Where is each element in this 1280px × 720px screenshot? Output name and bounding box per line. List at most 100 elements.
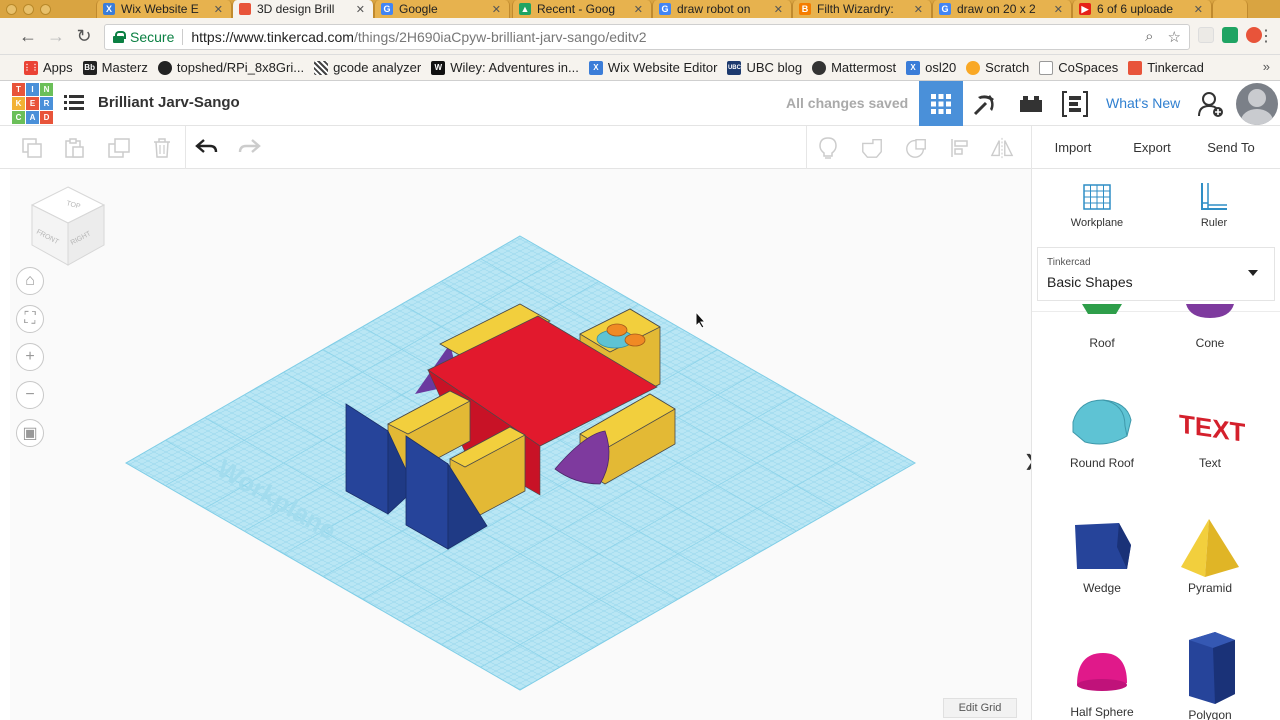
- bookmark-apps[interactable]: ⋮⋮ Apps: [23, 60, 73, 75]
- mirror-icon[interactable]: [990, 136, 1014, 160]
- delete-trash-icon[interactable]: [150, 136, 174, 160]
- bookmark-item[interactable]: X osl20: [906, 60, 956, 75]
- bookmark-item[interactable]: Mattermost: [812, 60, 896, 75]
- browser-menu-icon[interactable]: ⋮: [1256, 26, 1276, 46]
- close-window-icon[interactable]: [6, 3, 17, 15]
- browser-tab[interactable]: X Wix Website E ✕: [96, 0, 232, 18]
- tab-title: 6 of 6 uploade: [1097, 2, 1174, 16]
- ruler-tool[interactable]: Ruler: [1179, 181, 1249, 229]
- bookmark-item[interactable]: UBC UBC blog: [727, 60, 802, 75]
- tab-close-icon[interactable]: ✕: [1188, 3, 1203, 16]
- lock-icon: [113, 31, 126, 43]
- send-to-button[interactable]: Send To: [1196, 132, 1266, 162]
- align-icon[interactable]: [948, 136, 972, 160]
- tab-close-icon[interactable]: ✕: [908, 3, 923, 16]
- cone-shape-icon: [1186, 304, 1234, 318]
- bookmark-item[interactable]: CoSpaces: [1039, 60, 1118, 75]
- eye-shape[interactable]: [624, 333, 646, 347]
- workplane-tool[interactable]: Workplane: [1062, 181, 1132, 229]
- workplane-scene[interactable]: Workplane: [10, 169, 1031, 720]
- browser-tab[interactable]: ▶ 6 of 6 uploade ✕: [1072, 0, 1212, 18]
- shape-pyramid[interactable]: Pyramid: [1160, 517, 1260, 595]
- bookmark-item[interactable]: X Wix Website Editor: [588, 60, 717, 75]
- shape-round-roof[interactable]: Round Roof: [1052, 392, 1152, 470]
- zoom-window-icon[interactable]: [40, 3, 51, 15]
- zoom-out-icon[interactable]: −: [16, 381, 44, 409]
- tinkercad-icon: [1128, 60, 1143, 75]
- 3d-design-view-button[interactable]: [919, 81, 963, 126]
- tab-title: draw on 20 x 2: [957, 2, 1036, 16]
- redo-icon[interactable]: [237, 136, 261, 160]
- shape-library-dropdown[interactable]: Tinkercad Basic Shapes: [1037, 247, 1275, 301]
- bookmark-item[interactable]: W Wiley: Adventures in...: [431, 60, 579, 75]
- shape-half-sphere[interactable]: Half Sphere: [1052, 647, 1152, 719]
- whats-new-link[interactable]: What's New: [1106, 95, 1180, 111]
- design-list-icon[interactable]: [64, 93, 84, 113]
- new-tab-button[interactable]: [1212, 0, 1248, 18]
- shape-text[interactable]: TEXT Text: [1160, 392, 1260, 470]
- codeblocks-view-button[interactable]: [1053, 81, 1097, 126]
- url-bar[interactable]: Secure https://www.tinkercad.com /things…: [104, 24, 1190, 50]
- browser-tab-active[interactable]: 3D design Brill ✕: [232, 0, 374, 18]
- ortho-view-icon[interactable]: ▣: [16, 419, 44, 447]
- 3d-canvas[interactable]: Workplane TOP FRONT RIGHT ⌂ ⛶ + − ▣ Edit…: [10, 169, 1037, 720]
- bookmark-item[interactable]: Scratch: [966, 60, 1029, 75]
- shape-wedge[interactable]: Wedge: [1052, 517, 1152, 595]
- browser-tab[interactable]: G Google ✕: [374, 0, 510, 18]
- forward-arrow-icon[interactable]: →: [46, 26, 66, 46]
- add-user-icon[interactable]: [1197, 90, 1225, 118]
- shape-label: Half Sphere: [1070, 705, 1134, 719]
- bookmark-item[interactable]: topshed/RPi_8x8Gri...: [157, 60, 304, 75]
- tab-close-icon[interactable]: ✕: [486, 3, 501, 16]
- shape-cone[interactable]: Cone: [1160, 304, 1260, 350]
- lightbulb-notes-icon[interactable]: [816, 136, 840, 160]
- tab-close-icon[interactable]: ✕: [350, 3, 365, 16]
- browser-tab[interactable]: ▲ Recent - Goog ✕: [512, 0, 652, 18]
- minimize-window-icon[interactable]: [23, 3, 34, 15]
- browser-tab[interactable]: B Filth Wizardry: ✕: [792, 0, 932, 18]
- browser-tab[interactable]: G draw robot on ✕: [652, 0, 792, 18]
- copy-icon[interactable]: [20, 136, 44, 160]
- duplicate-icon[interactable]: [107, 136, 131, 160]
- bookmark-star-icon[interactable]: ☆: [1168, 28, 1181, 46]
- extension-icon[interactable]: [1198, 27, 1214, 43]
- bookmark-item[interactable]: gcode analyzer: [314, 60, 421, 75]
- undo-icon[interactable]: [195, 136, 219, 160]
- shape-roof[interactable]: Roof: [1052, 304, 1152, 350]
- apps-grid-icon: ⋮⋮: [23, 60, 39, 75]
- fit-view-icon[interactable]: ⛶: [16, 305, 44, 333]
- shape-polygon[interactable]: Polygon: [1160, 630, 1260, 720]
- home-view-icon[interactable]: ⌂: [16, 267, 44, 295]
- bookmarks-overflow-icon[interactable]: »: [1263, 59, 1270, 74]
- bookmark-item[interactable]: Bb Masterz: [82, 60, 148, 75]
- secure-label: Secure: [130, 29, 175, 45]
- import-button[interactable]: Import: [1040, 132, 1106, 162]
- edit-grid-button[interactable]: Edit Grid: [943, 698, 1017, 718]
- paste-icon[interactable]: [62, 136, 86, 160]
- reload-icon[interactable]: ↻: [74, 26, 94, 46]
- tab-close-icon[interactable]: ✕: [208, 3, 223, 16]
- eye-shape[interactable]: [606, 323, 628, 337]
- tab-close-icon[interactable]: ✕: [768, 3, 783, 16]
- back-arrow-icon[interactable]: ←: [18, 26, 38, 46]
- solid-shape-icon[interactable]: [860, 136, 884, 160]
- browser-tab[interactable]: G draw on 20 x 2 ✕: [932, 0, 1072, 18]
- tab-close-icon[interactable]: ✕: [628, 3, 643, 16]
- blackboard-icon: Bb: [82, 60, 97, 75]
- wix-icon: X: [588, 60, 603, 75]
- minecraft-pickaxe-button[interactable]: [963, 81, 1007, 126]
- scratch-icon: [966, 60, 981, 75]
- view-cube[interactable]: TOP FRONT RIGHT: [28, 183, 108, 269]
- tab-title: Google: [399, 2, 438, 16]
- bricks-view-button[interactable]: [1009, 81, 1053, 126]
- hole-shape-icon[interactable]: [904, 136, 928, 160]
- export-button[interactable]: Export: [1120, 132, 1184, 162]
- zoom-magnifier-icon[interactable]: ⌕: [1145, 28, 1153, 46]
- tinkercad-logo[interactable]: T I N K E R C A D: [12, 83, 53, 124]
- tab-close-icon[interactable]: ✕: [1048, 3, 1063, 16]
- zoom-in-icon[interactable]: +: [16, 343, 44, 371]
- avatar[interactable]: [1236, 83, 1278, 125]
- design-title[interactable]: Brilliant Jarv-Sango: [98, 94, 240, 111]
- extension-icon[interactable]: [1222, 27, 1238, 43]
- bookmark-item[interactable]: Tinkercad: [1128, 60, 1204, 75]
